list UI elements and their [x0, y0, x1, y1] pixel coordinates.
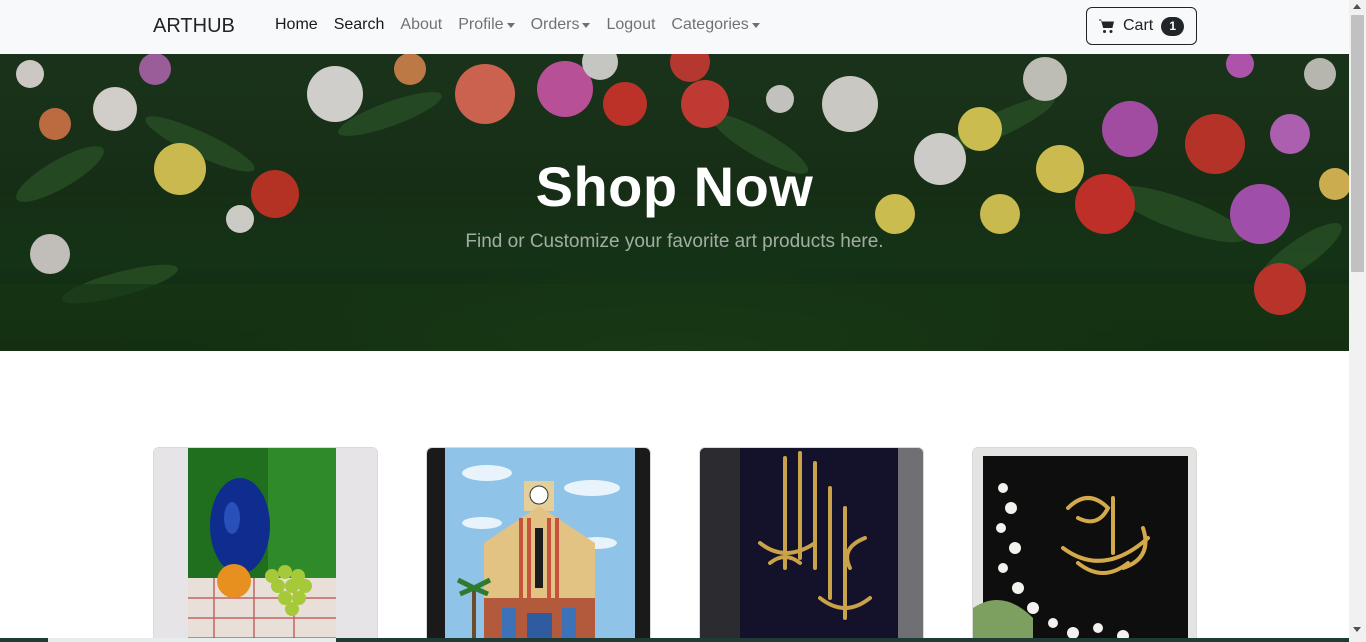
calligraphy-basmala-image [700, 448, 923, 642]
navbar: ARTHUB Home Search About Profile Orders … [0, 0, 1349, 54]
hero-subtitle: Find or Customize your favorite art prod… [465, 231, 884, 252]
vertical-scrollbar[interactable] [1349, 0, 1366, 642]
calligraphy-muhammad-image [973, 448, 1196, 642]
cart-icon [1099, 19, 1114, 33]
nav-search[interactable]: Search [334, 16, 385, 34]
cart-button[interactable]: Cart 1 [1086, 7, 1197, 45]
chevron-down-icon [751, 22, 760, 28]
bottom-edge-strip [0, 638, 1349, 642]
scroll-up-arrow-icon[interactable] [1353, 4, 1361, 9]
chevron-down-icon [506, 22, 515, 28]
product-card-clock-tower[interactable] [426, 447, 651, 642]
clock-tower-painting-image [427, 448, 650, 642]
nav-home[interactable]: Home [275, 16, 318, 34]
brand-logo[interactable]: ARTHUB [153, 15, 235, 38]
cart-label: Cart [1123, 17, 1154, 34]
chevron-down-icon [582, 22, 591, 28]
nav-categories-dropdown[interactable]: Categories [671, 16, 760, 34]
nav-logout-label: Logout [606, 16, 656, 33]
nav-home-label: Home [275, 16, 318, 33]
nav-menu: Home Search About Profile Orders Logout … [275, 16, 776, 34]
nav-about[interactable]: About [400, 16, 442, 34]
nav-profile-dropdown[interactable]: Profile [458, 16, 515, 34]
nav-orders-dropdown[interactable]: Orders [531, 16, 591, 34]
still-life-painting-image [154, 448, 377, 642]
hero-banner: Shop Now Find or Customize your favorite… [0, 54, 1349, 351]
nav-about-label: About [400, 16, 443, 33]
product-card-calligraphy-1[interactable] [699, 447, 924, 642]
scroll-down-arrow-icon[interactable] [1353, 627, 1361, 632]
product-card-calligraphy-2[interactable] [972, 447, 1197, 642]
nav-orders-label: Orders [530, 16, 580, 33]
nav-categories-label: Categories [671, 16, 749, 33]
nav-profile-label: Profile [458, 16, 504, 33]
scrollbar-thumb[interactable] [1351, 15, 1364, 272]
nav-logout[interactable]: Logout [606, 16, 655, 34]
cart-count-badge: 1 [1161, 16, 1185, 36]
hero-title: Shop Now [535, 155, 814, 218]
bottom-edge-highlight [48, 638, 336, 642]
product-card-still-life[interactable] [153, 447, 378, 642]
nav-search-label: Search [333, 16, 385, 33]
